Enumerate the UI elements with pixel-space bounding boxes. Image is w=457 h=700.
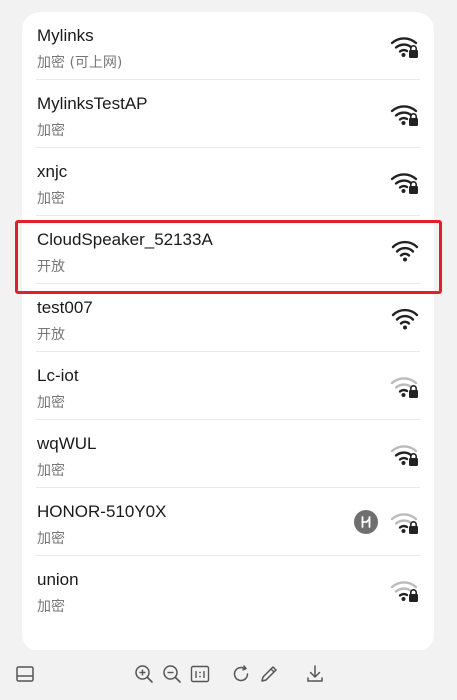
honor-link-icon (354, 510, 378, 534)
wifi-network-item-selected[interactable]: CloudSpeaker_52133A 开放 (22, 216, 434, 284)
wifi-locked-weak-icon (390, 374, 420, 400)
network-ssid: MylinksTestAP (37, 94, 148, 113)
network-ssid: wqWUL (37, 434, 97, 453)
wifi-locked-weak-icon (390, 578, 420, 604)
network-ssid: Mylinks (37, 26, 94, 45)
wifi-strong-icon (390, 306, 420, 332)
panel-toggle-icon[interactable] (14, 663, 36, 685)
wifi-locked-strong-icon (390, 34, 420, 60)
network-security: 加密 (37, 599, 65, 615)
wifi-locked-strong-icon (390, 170, 420, 196)
rotate-icon[interactable] (230, 663, 252, 685)
wifi-network-item[interactable]: xnjc 加密 (22, 148, 434, 216)
wifi-network-item[interactable]: Lc-iot 加密 (22, 352, 434, 420)
network-ssid: Lc-iot (37, 366, 79, 385)
network-security: 开放 (37, 327, 65, 343)
wifi-network-item[interactable]: union 加密 (22, 556, 434, 624)
network-ssid: CloudSpeaker_52133A (37, 230, 213, 249)
wifi-locked-strong-icon (390, 102, 420, 128)
download-icon[interactable] (304, 663, 326, 685)
wifi-network-item[interactable]: test007 开放 (22, 284, 434, 352)
network-security: 加密 (37, 123, 65, 139)
network-security: 加密 (37, 531, 65, 547)
wifi-network-list: Mylinks 加密 (可上网) MylinksTestAP 加密 xnjc 加… (22, 12, 434, 652)
image-viewer-toolbar (0, 650, 457, 700)
network-security: 加密 (37, 191, 65, 207)
wifi-locked-medium-icon (390, 442, 420, 468)
zoom-in-icon[interactable] (133, 663, 155, 685)
edit-pen-icon[interactable] (258, 663, 280, 685)
actual-size-icon[interactable] (189, 663, 211, 685)
network-security: 开放 (37, 259, 65, 275)
zoom-out-icon[interactable] (161, 663, 183, 685)
network-security: 加密 (37, 463, 65, 479)
wifi-network-item[interactable]: Mylinks 加密 (可上网) (22, 12, 434, 80)
wifi-network-item[interactable]: wqWUL 加密 (22, 420, 434, 488)
wifi-network-item[interactable]: MylinksTestAP 加密 (22, 80, 434, 148)
network-security: 加密 (37, 395, 65, 411)
network-ssid: union (37, 570, 79, 589)
network-ssid: xnjc (37, 162, 68, 181)
wifi-strong-icon (390, 238, 420, 264)
network-ssid: test007 (37, 298, 93, 317)
wifi-locked-weak-icon (390, 510, 420, 536)
network-security: 加密 (可上网) (37, 55, 123, 71)
network-ssid: HONOR-510Y0X (37, 502, 167, 521)
wifi-network-item[interactable]: HONOR-510Y0X 加密 (22, 488, 434, 556)
